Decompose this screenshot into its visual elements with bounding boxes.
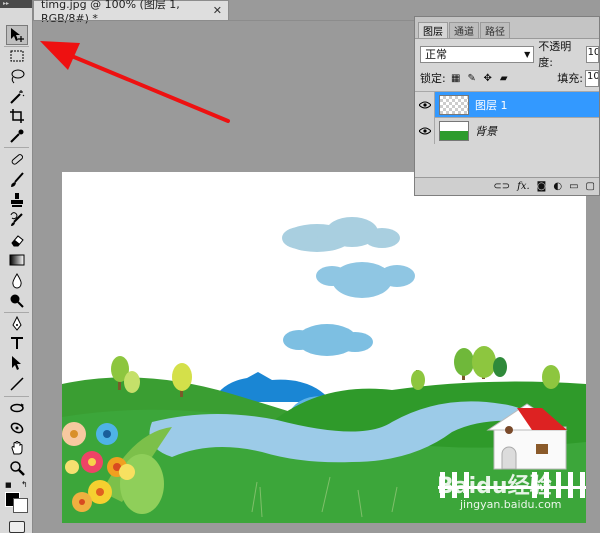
eraser-tool[interactable] — [6, 230, 28, 250]
lock-position-icon[interactable]: ✥ — [482, 72, 494, 84]
toolbar-divider — [4, 312, 29, 313]
fill-label: 填充: — [557, 72, 583, 85]
tab-layers[interactable]: 图层 — [418, 22, 448, 38]
layer-thumbnail — [439, 94, 469, 115]
lasso-tool[interactable] — [6, 66, 28, 86]
blend-mode-select[interactable]: 正常 ▼ — [420, 45, 535, 63]
path-selection-tool[interactable] — [6, 353, 28, 373]
adjustment-icon[interactable]: ◐ — [553, 181, 562, 192]
layers-panel: 图层 通道 路径 正常 ▼ 不透明度: 10 锁定: ▦ ✎ ✥ ▰ 填充: 1… — [414, 16, 600, 196]
opacity-field[interactable]: 10 — [585, 45, 599, 63]
tree — [542, 365, 560, 389]
quick-mask-icon[interactable] — [9, 521, 25, 533]
tree — [454, 348, 474, 380]
fill-field[interactable]: 10 — [585, 69, 599, 87]
3d-orbit-tool[interactable] — [6, 418, 28, 438]
3d-rotate-tool[interactable] — [6, 398, 28, 418]
mask-icon[interactable]: ◙ — [537, 181, 547, 192]
lock-all-icon[interactable]: ▰ — [498, 72, 510, 84]
default-colors-icon[interactable]: ■ — [5, 481, 13, 489]
tree — [493, 357, 507, 377]
eye-icon[interactable] — [415, 91, 435, 118]
dodge-tool[interactable] — [6, 291, 28, 311]
lock-pixels-icon[interactable]: ✎ — [466, 72, 478, 84]
move-tool[interactable] — [6, 25, 28, 45]
eye-icon[interactable] — [415, 117, 435, 144]
history-brush-tool[interactable] — [6, 210, 28, 230]
layer-name[interactable]: 背景 — [475, 123, 497, 139]
chevron-down-icon: ▼ — [524, 49, 531, 59]
group-icon[interactable]: ▭ — [569, 181, 578, 192]
swap-colors-icon[interactable]: ↰ — [21, 481, 29, 489]
fx-icon[interactable]: fx. — [517, 181, 530, 192]
tools-panel: ▸▸ ■ ↰ — [0, 0, 33, 533]
document-canvas[interactable]: Baidu经验 jingyan.baidu.com — [62, 172, 586, 523]
marquee-tool[interactable] — [6, 46, 28, 66]
lock-label: 锁定: — [420, 72, 446, 85]
tab-paths[interactable]: 路径 — [480, 22, 510, 38]
eyedropper-tool[interactable] — [6, 126, 28, 146]
panel-footer: ⊂⊃ fx. ◙ ◐ ▭ ▢ — [415, 177, 599, 195]
document-tab[interactable]: timg.jpg @ 100% (图层 1, RGB/8#) * ✕ — [33, 0, 229, 25]
layer-thumbnail — [439, 120, 469, 141]
panel-tabs: 图层 通道 路径 — [415, 17, 599, 39]
cloud — [316, 262, 415, 298]
hand-tool[interactable] — [6, 438, 28, 458]
tab-channels[interactable]: 通道 — [449, 22, 479, 38]
background-color[interactable] — [13, 498, 28, 513]
panel-grip[interactable]: ▸▸ — [0, 0, 32, 8]
cloud — [282, 217, 400, 252]
watermark-url: jingyan.baidu.com — [460, 498, 562, 511]
zoom-tool[interactable] — [6, 458, 28, 478]
toolbar-divider — [4, 396, 29, 397]
watermark-brand: Baidu经验 — [437, 474, 552, 499]
type-tool[interactable] — [6, 333, 28, 353]
tree — [472, 346, 496, 379]
crop-tool[interactable] — [6, 106, 28, 126]
line-tool[interactable] — [6, 374, 28, 394]
lock-transparency-icon[interactable]: ▦ — [450, 72, 462, 84]
toolbar-divider — [4, 147, 29, 148]
tree — [124, 371, 140, 393]
color-swatches[interactable]: ■ ↰ — [5, 481, 31, 513]
layer-row[interactable]: 图层 1 — [415, 91, 599, 118]
cloud — [283, 324, 373, 356]
leaf — [120, 454, 164, 514]
blur-tool[interactable] — [6, 271, 28, 291]
link-icon[interactable]: ⊂⊃ — [493, 181, 510, 192]
clone-stamp-tool[interactable] — [6, 190, 28, 210]
new-layer-icon[interactable]: ▢ — [586, 181, 595, 192]
document-title: timg.jpg @ 100% (图层 1, RGB/8#) * — [41, 0, 180, 25]
gradient-tool[interactable] — [6, 250, 28, 270]
tree — [411, 370, 425, 390]
magic-wand-tool[interactable] — [6, 87, 28, 107]
opacity-label: 不透明度: — [538, 40, 572, 69]
layer-row[interactable]: 背景 — [415, 117, 599, 144]
healing-brush-tool[interactable] — [6, 149, 28, 169]
blend-mode-value: 正常 — [425, 48, 447, 61]
brush-tool[interactable] — [6, 170, 28, 190]
close-icon[interactable]: ✕ — [213, 4, 222, 17]
pen-tool[interactable] — [6, 314, 28, 334]
layer-name[interactable]: 图层 1 — [475, 97, 508, 113]
